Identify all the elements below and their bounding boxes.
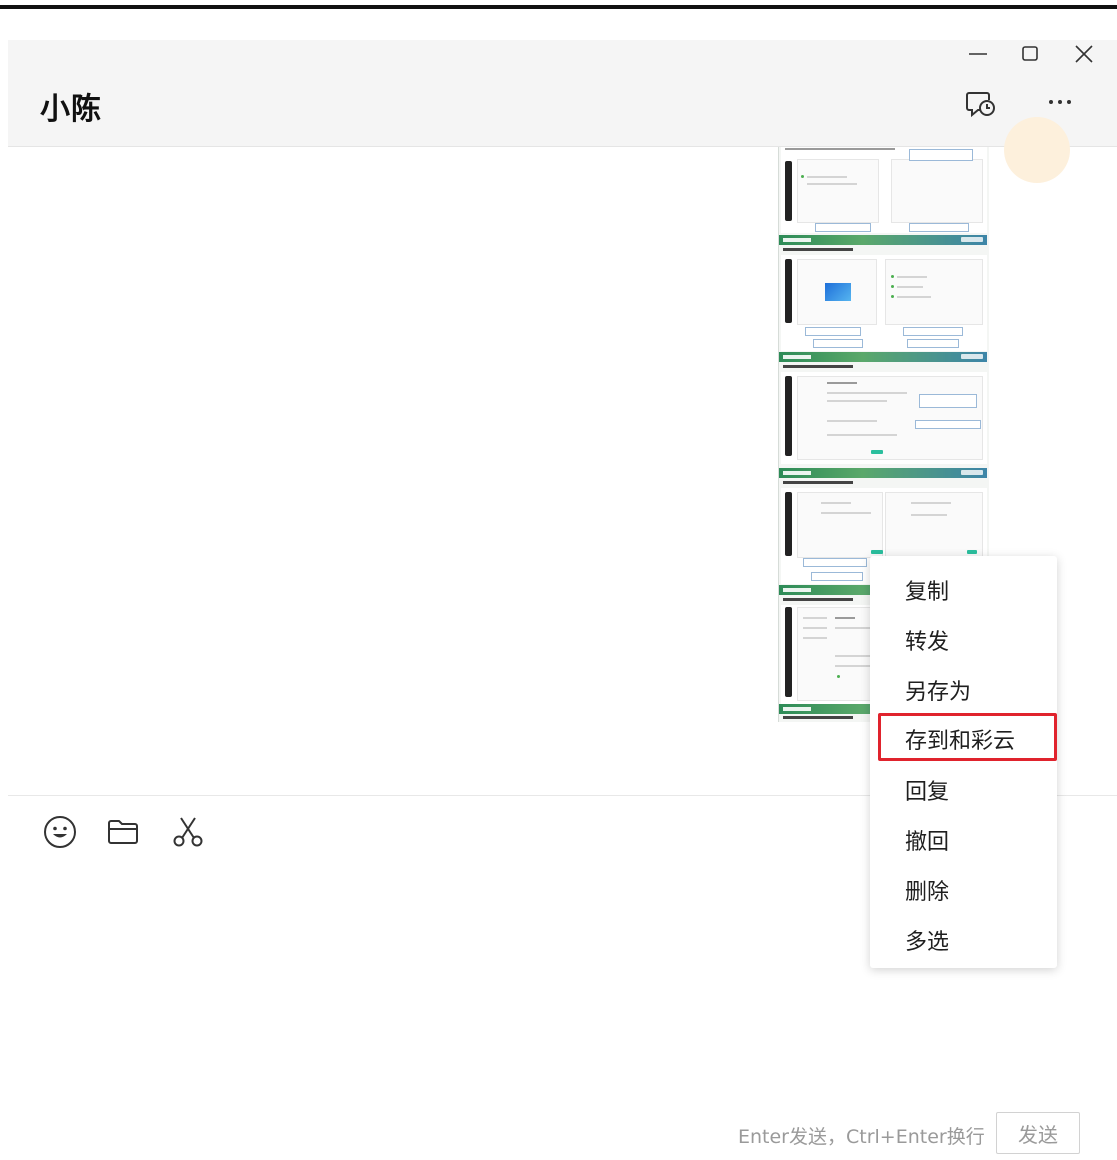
chat-history-icon [966,92,995,118]
menu-item-copy[interactable]: 复制 [870,564,1057,612]
emoji-icon [44,816,76,848]
menu-item-label: 多选 [905,930,950,955]
close-icon [1075,45,1093,63]
menu-item-reply[interactable]: 回复 [870,764,1057,812]
send-hint: Enter发送，Ctrl+Enter换行 [738,1126,985,1148]
chat-header: 小陈 [8,40,1117,147]
file-button[interactable] [105,814,141,850]
maximize-button[interactable] [1012,40,1048,68]
menu-item-forward[interactable]: 转发 [870,614,1057,662]
context-menu: 复制 转发 另存为 存到和彩云 回复 撤回 删除 多选 [870,556,1057,968]
emoji-button[interactable] [42,814,78,850]
minimize-button[interactable] [960,40,996,68]
menu-item-label: 删除 [905,880,950,905]
more-button[interactable] [1040,84,1080,120]
minimize-icon [969,53,987,55]
menu-item-label: 转发 [905,630,950,655]
contact-name: 小陈 [40,92,102,127]
menu-item-label: 回复 [905,780,950,805]
menu-item-label: 复制 [905,580,950,605]
menu-item-delete[interactable]: 删除 [870,864,1057,912]
image-thumbnail-part [781,147,987,233]
chat-history-button[interactable] [960,84,1000,120]
menu-item-recall[interactable]: 撤回 [870,814,1057,862]
folder-icon [108,820,138,844]
avatar[interactable] [1004,117,1070,183]
top-border [0,5,1117,9]
menu-item-label: 存到和彩云 [905,729,1016,754]
maximize-icon [1022,46,1038,61]
menu-item-label: 撤回 [905,830,950,855]
menu-item-multi-select[interactable]: 多选 [870,914,1057,962]
send-button[interactable]: 发送 [996,1112,1080,1154]
menu-item-label: 另存为 [905,680,972,705]
menu-item-save-to-cloud[interactable]: 存到和彩云 [878,713,1057,761]
close-button[interactable] [1066,40,1102,68]
screenshot-button[interactable] [170,814,206,850]
scissors-icon [173,817,203,847]
more-icon [1049,100,1071,104]
menu-item-save-as[interactable]: 另存为 [870,664,1057,712]
